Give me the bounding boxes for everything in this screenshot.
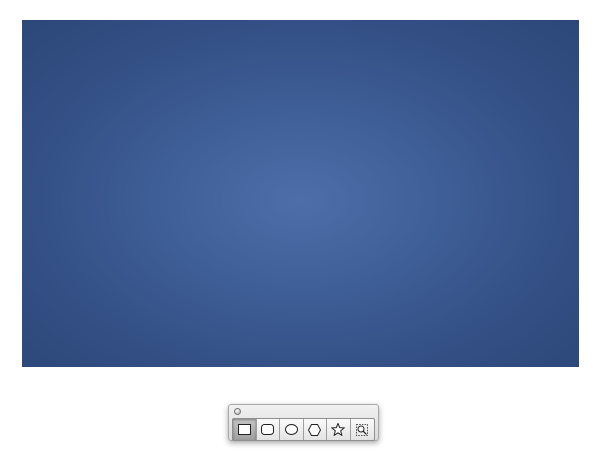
rectangle-icon [237, 424, 251, 435]
shape-tools-group [232, 418, 375, 441]
oval-tool-button[interactable] [280, 419, 304, 440]
star-tool-button[interactable] [327, 419, 351, 440]
document-canvas[interactable] [22, 20, 579, 367]
oval-icon [284, 424, 298, 435]
polygon-icon [308, 423, 322, 436]
shape-tool-palette [228, 404, 379, 441]
star-icon [331, 423, 346, 436]
polygon-tool-button[interactable] [304, 419, 327, 440]
custom-shape-icon [356, 423, 369, 436]
rounded-rectangle-tool-button[interactable] [257, 419, 280, 440]
close-icon[interactable] [234, 408, 241, 415]
custom-shape-tool-button[interactable] [351, 419, 375, 440]
rectangle-tool-button[interactable] [233, 419, 257, 440]
palette-titlebar[interactable] [229, 405, 378, 417]
rounded-rectangle-icon [261, 424, 275, 435]
